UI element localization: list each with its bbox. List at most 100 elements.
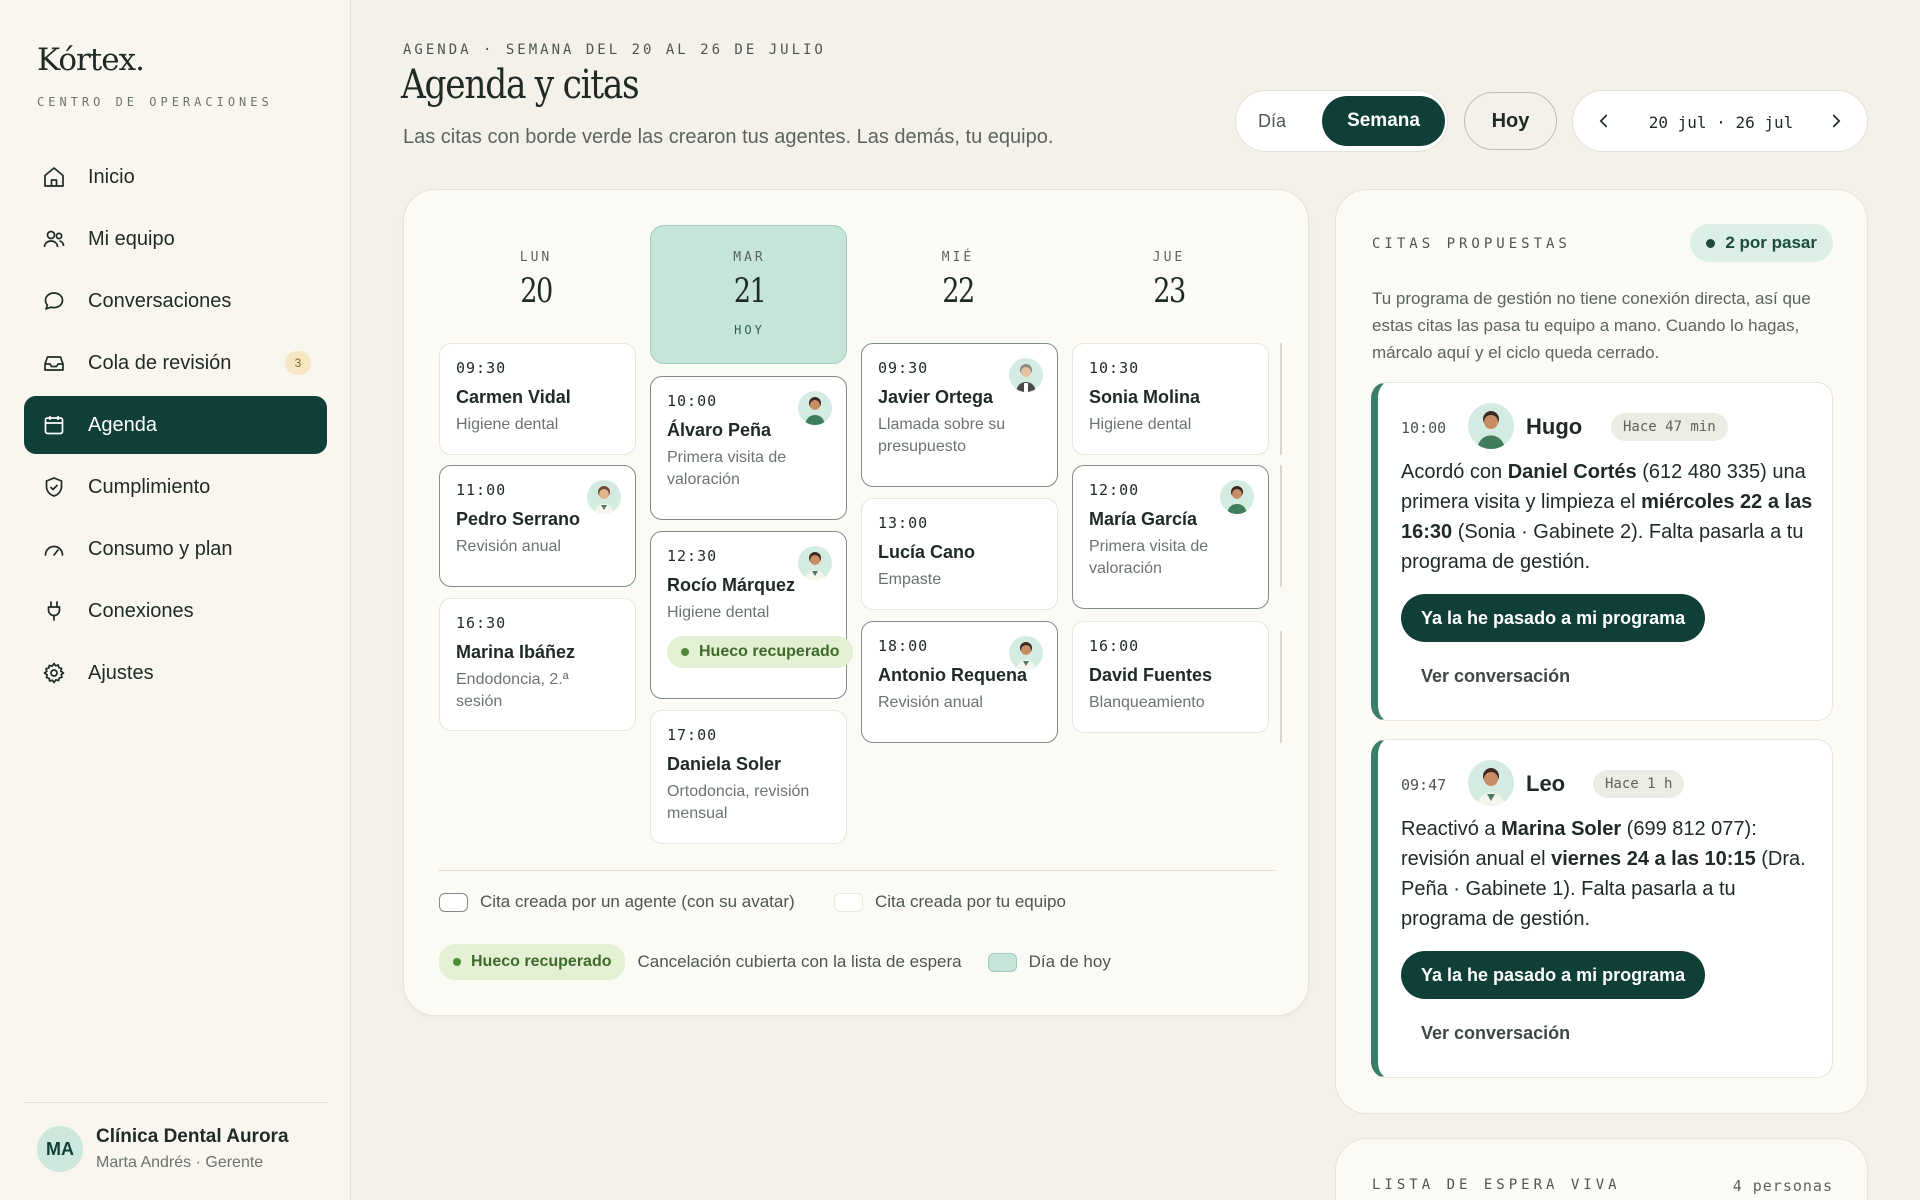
appointment-type: Revisión anual xyxy=(456,538,561,555)
mark-entered-button[interactable]: Ya la he pasado a mi programa xyxy=(1401,951,1706,999)
patient-name: David Fuentes xyxy=(1089,665,1213,685)
agent-avatar xyxy=(798,391,832,425)
appointment-type: Primera visita de valoración xyxy=(1089,538,1209,577)
panel-eyebrow: CITAS PROPUESTAS xyxy=(1372,236,1571,252)
patient-name: María García xyxy=(1089,509,1198,529)
appointment-type: Higiene dental xyxy=(667,604,770,621)
appointment-time: 17:00 xyxy=(667,726,718,744)
recovered-slot-label: Hueco recuperado xyxy=(699,643,840,660)
patient-name: Sonia Molina xyxy=(1089,387,1201,407)
day-header-wed: MIÉ 22 xyxy=(860,250,1056,311)
appointment-type: Revisión anual xyxy=(878,694,983,711)
patient-name: Álvaro Peña xyxy=(667,420,772,440)
sidebar-item-mi-equipo[interactable]: Mi equipo xyxy=(24,210,327,268)
sidebar-item-cola-de-revision[interactable]: Cola de revisión 3 xyxy=(24,334,327,392)
sidebar-item-conexiones[interactable]: Conexiones xyxy=(24,582,327,640)
legend-recovered: Hueco recuperado Cancelación cubierta co… xyxy=(439,944,1111,980)
day-header-tue-today[interactable]: MAR 21 HOY xyxy=(650,225,847,364)
next-day-column-edge xyxy=(1280,343,1282,455)
legend-team: Cita creada por tu equipo xyxy=(834,892,1066,912)
sidebar-item-label: Mi equipo xyxy=(88,227,175,250)
status-badge-label: 2 por pasar xyxy=(1725,233,1817,252)
time-ago-badge: Hace 1 h xyxy=(1593,770,1685,798)
appointment-card-agent[interactable]: 11:00 Pedro Serrano Revisión anual xyxy=(439,465,636,587)
legend-label: Cita creada por tu equipo xyxy=(875,892,1066,911)
users-icon xyxy=(42,227,66,251)
inbox-icon xyxy=(42,351,66,375)
view-conversation-link[interactable]: Ver conversación xyxy=(1421,1023,1570,1044)
patient-name: Pedro Serrano xyxy=(456,509,581,529)
day-name: JUE xyxy=(1152,250,1186,265)
recovered-slot-tag: Hueco recuperado xyxy=(439,944,626,980)
divider xyxy=(24,1102,327,1103)
legend-agent: Cita creada por un agente (con su avatar… xyxy=(439,892,795,912)
agent-name: Hugo xyxy=(1526,414,1583,439)
appointment-card-agent[interactable]: 09:30 Javier Ortega Llamada sobre su pre… xyxy=(861,343,1058,487)
today-button[interactable]: Hoy xyxy=(1464,92,1557,150)
legend-label: Cancelación cubierta con la lista de esp… xyxy=(637,952,962,971)
day-number: 22 xyxy=(942,271,975,311)
appointment-card[interactable]: 13:00 Lucía Cano Empaste xyxy=(861,498,1058,610)
appointment-time: 16:30 xyxy=(456,614,507,632)
gear-icon xyxy=(42,661,66,685)
week-calendar: LUN 20 MAR 21 HOY MIÉ 22 JUE 23 09:30 Ca… xyxy=(403,189,1309,1016)
view-day-button[interactable]: Día xyxy=(1258,111,1286,132)
appointment-card[interactable]: 10:30 Sonia Molina Higiene dental xyxy=(1072,343,1269,455)
sidebar-item-label: Consumo y plan xyxy=(88,537,233,560)
patient-name: Antonio Requena xyxy=(878,665,1027,685)
status-badge: 2 por pasar xyxy=(1690,224,1833,262)
avatar: MA xyxy=(37,1126,83,1172)
view-week-button[interactable]: Semana xyxy=(1322,96,1445,146)
day-name: MIÉ xyxy=(941,250,975,265)
day-number: 23 xyxy=(1153,271,1186,311)
appointment-card-agent[interactable]: 10:00 Álvaro Peña Primera visita de valo… xyxy=(650,376,847,520)
day-number: 21 xyxy=(733,271,767,311)
appointment-card[interactable]: 17:00 Daniela Soler Ortodoncia, revisión… xyxy=(650,710,847,844)
panel-description: Tu programa de gestión no tiene conexión… xyxy=(1372,289,1811,362)
sidebar-item-ajustes[interactable]: Ajustes xyxy=(24,644,327,702)
sidebar-item-label: Agenda xyxy=(88,413,157,436)
appointment-card-agent[interactable]: 12:30 Rocío Márquez Higiene dental Hueco… xyxy=(650,531,854,699)
page-eyebrow: AGENDA · SEMANA DEL 20 AL 26 DE JULIO xyxy=(403,42,826,58)
status-dot xyxy=(681,648,689,656)
appointment-type: Higiene dental xyxy=(456,416,559,433)
agent-avatar xyxy=(587,480,621,514)
patient-name: Daniela Soler xyxy=(667,754,782,774)
sidebar-item-label: Inicio xyxy=(88,165,135,188)
date-range-navigator: 20 jul · 26 jul xyxy=(1572,90,1868,152)
legend-label: Día de hoy xyxy=(1028,952,1111,971)
appointment-card-agent[interactable]: 18:00 Antonio Requena Revisión anual xyxy=(861,621,1058,743)
appointment-time: 10:30 xyxy=(1089,359,1140,377)
user-role: Marta Andrés · Gerente xyxy=(96,1154,264,1171)
agent-avatar xyxy=(798,546,832,580)
day-header-thu: JUE 23 xyxy=(1071,250,1267,311)
appointment-time: 09:30 xyxy=(456,359,507,377)
shield-check-icon xyxy=(42,475,66,499)
chevron-right-icon[interactable] xyxy=(1825,110,1847,137)
proposal-time: 10:00 xyxy=(1401,419,1447,437)
mark-entered-button[interactable]: Ya la he pasado a mi programa xyxy=(1401,594,1706,642)
appointment-card[interactable]: 16:00 David Fuentes Blanqueamiento xyxy=(1072,621,1269,733)
sidebar-item-consumo-y-plan[interactable]: Consumo y plan xyxy=(24,520,327,578)
next-day-column-edge xyxy=(1280,465,1282,587)
day-header-mon: LUN 20 xyxy=(438,250,634,311)
appointment-card-agent[interactable]: 12:00 María García Primera visita de val… xyxy=(1072,465,1269,609)
day-name: MAR xyxy=(733,250,766,265)
appointment-card[interactable]: 09:30 Carmen Vidal Higiene dental xyxy=(439,343,636,455)
sidebar-item-label: Cumplimiento xyxy=(88,475,211,498)
sidebar-item-label: Conexiones xyxy=(88,599,194,622)
sidebar-item-cumplimiento[interactable]: Cumplimiento xyxy=(24,458,327,516)
sidebar-item-agenda[interactable]: Agenda xyxy=(24,396,327,454)
proposal-card: 09:47 Leo Hace 1 h Reactivó a Marina Sol… xyxy=(1371,739,1833,1078)
sidebar-item-conversaciones[interactable]: Conversaciones xyxy=(24,272,327,330)
appointment-card[interactable]: 16:30 Marina Ibáñez Endodoncia, 2.ª sesi… xyxy=(439,598,636,731)
agent-avatar xyxy=(1468,760,1514,806)
user-profile[interactable]: MA Clínica Dental Aurora Marta Andrés · … xyxy=(37,1126,289,1172)
view-conversation-link[interactable]: Ver conversación xyxy=(1421,666,1570,687)
sidebar-item-inicio[interactable]: Inicio xyxy=(24,148,327,206)
appointment-type: Higiene dental xyxy=(1089,416,1192,433)
appointment-type: Llamada sobre su presupuesto xyxy=(878,416,1006,455)
proposal-summary: Reactivó a Marina Soler (699 812 077): r… xyxy=(1401,818,1806,930)
waitlist-count: 4 personas xyxy=(1732,1177,1833,1195)
plug-icon xyxy=(42,599,66,623)
